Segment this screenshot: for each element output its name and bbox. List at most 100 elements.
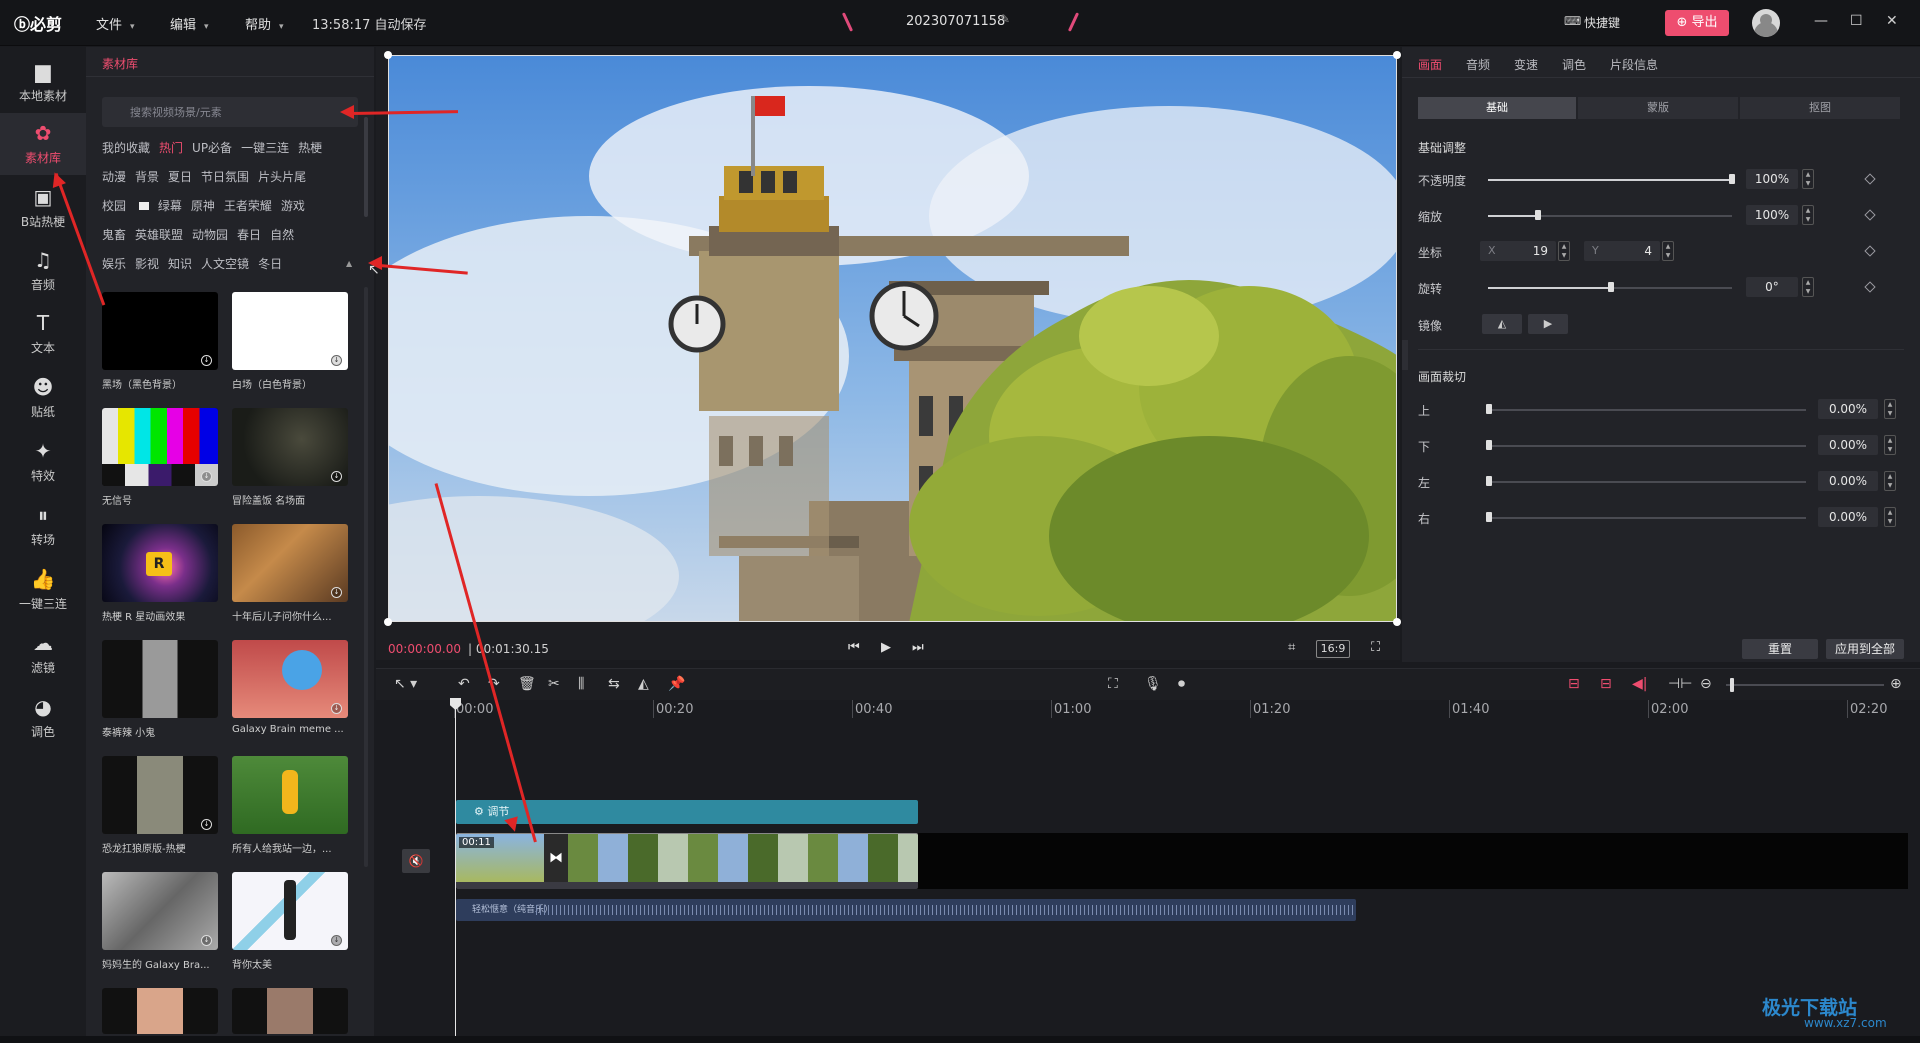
panel-collapse-handle[interactable] [1402, 340, 1408, 370]
mirror-icon[interactable]: ◭ [638, 676, 649, 692]
tab-picture[interactable]: 画面 [1418, 56, 1442, 73]
x-input[interactable]: X 19 [1480, 241, 1556, 261]
material-card[interactable] [102, 988, 218, 1034]
tag-item[interactable]: 自然 [270, 228, 294, 242]
crop-top-value[interactable]: 0.00% [1818, 399, 1878, 419]
tag-item[interactable]: 校园 [102, 199, 149, 213]
opacity-slider[interactable] [1488, 179, 1732, 181]
menu-edit[interactable]: 编辑 ▾ [170, 14, 209, 33]
tag-item[interactable]: 人文空镜 [201, 257, 249, 271]
tag-item[interactable]: 英雄联盟 [135, 228, 183, 242]
tag-item[interactable]: 热梗 [298, 141, 322, 155]
crop-left-slider[interactable] [1488, 481, 1806, 483]
tag-item[interactable]: 动漫 [102, 170, 126, 184]
scale-stepper[interactable]: ▲ ▼ [1802, 205, 1814, 225]
tag-item[interactable]: UP必备 [192, 141, 232, 155]
sidebar-item-library[interactable]: ✿ 素材库 [0, 113, 86, 175]
resize-handle[interactable] [1393, 51, 1401, 59]
mute-track-icon[interactable]: 🔇 [402, 849, 430, 873]
tag-item[interactable]: 游戏 [281, 199, 305, 213]
tag-item[interactable]: 原神 [191, 199, 215, 213]
play-icon[interactable]: ▶ [881, 640, 891, 655]
crop-icon[interactable]: ⌗ [1288, 640, 1295, 655]
material-card[interactable] [232, 988, 348, 1034]
download-icon[interactable]: ↓ [331, 471, 342, 482]
tag-item[interactable]: 我的收藏 [102, 141, 150, 155]
zoom-knob[interactable] [1730, 678, 1734, 692]
collapse-up-icon[interactable]: ▲ [346, 259, 352, 268]
fullscreen-icon[interactable]: ⛶ [1371, 640, 1380, 655]
delete-icon[interactable]: 🗑 [518, 676, 536, 692]
keyframe-icon[interactable] [1864, 245, 1876, 257]
tag-item[interactable]: 动物园 [192, 228, 228, 242]
crop-right-stepper[interactable]: ▲ ▼ [1884, 507, 1896, 527]
material-card[interactable]: ↓ Galaxy Brain meme ... [232, 640, 348, 735]
material-card[interactable]: ↓ 无信号 [102, 408, 218, 507]
mirror-vertical-icon[interactable]: ▶ [1528, 314, 1568, 334]
segment-basic[interactable]: 基础 [1418, 97, 1576, 119]
split-icon[interactable]: ⫼ [578, 676, 584, 692]
crop-bottom-slider[interactable] [1488, 445, 1806, 447]
tab-color[interactable]: 调色 [1562, 56, 1586, 73]
crop-top-knob[interactable] [1486, 404, 1492, 414]
replace-icon[interactable]: ⇆ [608, 676, 620, 692]
crop-left-stepper[interactable]: ▲ ▼ [1884, 471, 1896, 491]
maximize-button[interactable]: ☐ [1850, 13, 1863, 29]
scale-value[interactable]: 100% [1746, 205, 1798, 225]
sidebar-item-sticker[interactable]: ☻ 贴纸 [0, 367, 86, 429]
download-icon[interactable]: ↓ [331, 355, 342, 366]
pin-icon[interactable]: 📌 [668, 676, 685, 692]
y-stepper[interactable]: ▲ ▼ [1662, 241, 1674, 261]
tag-item[interactable]: 鬼畜 [102, 228, 126, 242]
sidebar-item-color[interactable]: ◕ 调色 [0, 687, 86, 749]
download-icon[interactable]: ↓ [331, 935, 342, 946]
keyframe-icon[interactable] [1864, 281, 1876, 293]
tag-item[interactable]: 夏日 [168, 170, 192, 184]
tag-item[interactable]: 娱乐 [102, 257, 126, 271]
material-card[interactable]: ↓ 背你太美 [232, 872, 348, 971]
sidebar-item-local[interactable]: ▆ 本地素材 [0, 51, 86, 113]
opacity-knob[interactable] [1729, 174, 1735, 184]
tag-item[interactable]: 片头片尾 [258, 170, 306, 184]
material-card[interactable]: ↓ 白场（白色背景） [232, 292, 348, 391]
crop-right-slider[interactable] [1488, 517, 1806, 519]
tab-speed[interactable]: 变速 [1514, 56, 1538, 73]
menu-help[interactable]: 帮助 ▾ [245, 14, 284, 33]
download-icon[interactable]: ↓ [331, 703, 342, 714]
tag-item[interactable]: 春日 [237, 228, 261, 242]
rotate-knob[interactable] [1608, 282, 1614, 292]
sidebar-item-filter[interactable]: ☁ 滤镜 [0, 623, 86, 685]
material-card[interactable]: 泰裤辣 小鬼 [102, 640, 218, 739]
scale-slider[interactable] [1488, 215, 1732, 217]
tag-item[interactable]: 绿幕 [158, 199, 182, 213]
project-name[interactable]: 202307071158 [906, 14, 1005, 29]
y-input[interactable]: Y4 [1584, 241, 1660, 261]
sidebar-item-bilibili[interactable]: ▣ B站热梗 [0, 177, 86, 239]
scrollbar[interactable] [364, 117, 368, 217]
aspect-ratio-button[interactable]: 16:9 [1316, 640, 1350, 658]
link-icon[interactable]: ⊟ [1600, 676, 1612, 692]
crop-left-value[interactable]: 0.00% [1818, 471, 1878, 491]
menu-file[interactable]: 文件 ▾ [96, 14, 135, 33]
select-tool-icon[interactable]: ↖ ▾ [394, 676, 417, 692]
tag-item[interactable]: 一键三连 [241, 141, 289, 155]
rotate-value[interactable]: 0° [1746, 277, 1798, 297]
export-button[interactable]: ⊕ 导出 [1665, 10, 1729, 36]
crop-top-stepper[interactable]: ▲ ▼ [1884, 399, 1896, 419]
crop-top-slider[interactable] [1488, 409, 1806, 411]
tag-item[interactable]: 节日氛围 [201, 170, 249, 184]
mirror-horizontal-icon[interactable]: ◭ [1482, 314, 1522, 334]
crop-bottom-knob[interactable] [1486, 440, 1492, 450]
opacity-stepper[interactable]: ▲ ▼ [1802, 169, 1814, 189]
download-icon[interactable]: ↓ [201, 819, 212, 830]
download-icon[interactable]: ↓ [201, 355, 212, 366]
material-card[interactable]: ↓ 恐龙扛狼原版-热梗 [102, 756, 218, 855]
align-icon[interactable]: ⊣⊢ [1668, 676, 1692, 692]
transition-marker-icon[interactable]: ⧓ [544, 834, 568, 889]
segment-mask[interactable]: 蒙版 [1578, 97, 1738, 119]
tag-item[interactable]: 背景 [135, 170, 159, 184]
crop-right-value[interactable]: 0.00% [1818, 507, 1878, 527]
download-icon[interactable]: ↓ [201, 935, 212, 946]
undo-icon[interactable]: ↶ [458, 676, 470, 692]
audio-split-icon[interactable]: ◀| [1632, 676, 1647, 692]
